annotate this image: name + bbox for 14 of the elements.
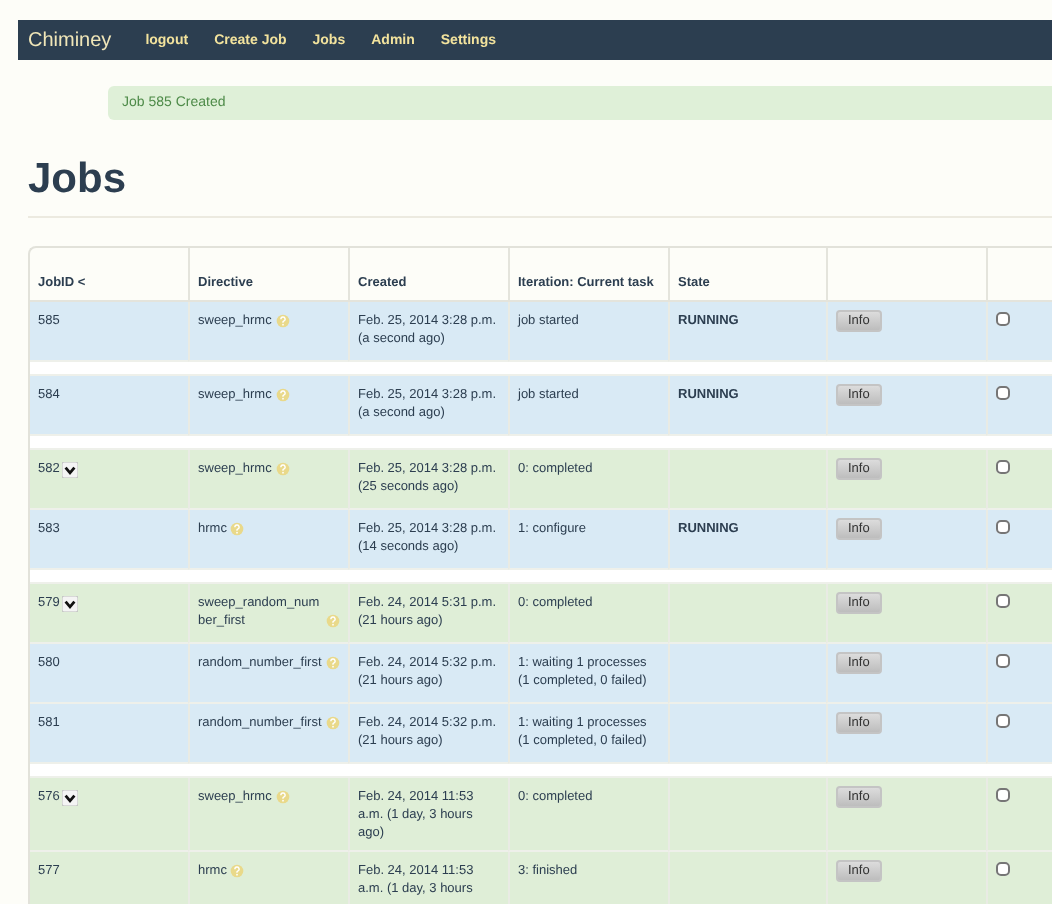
row-checkbox[interactable]: [996, 714, 1010, 728]
expand-caret-icon[interactable]: [61, 595, 78, 611]
expand-caret-icon[interactable]: [61, 461, 78, 477]
row-checkbox[interactable]: [996, 788, 1010, 802]
page-heading: Jobs: [28, 156, 129, 204]
row-checkbox[interactable]: [996, 312, 1010, 326]
expand-caret-icon[interactable]: [61, 789, 78, 805]
brand-link[interactable]: Chiminey: [28, 29, 112, 51]
row-checkbox[interactable]: [996, 654, 1010, 668]
row-checkbox[interactable]: [996, 386, 1010, 400]
row-checkbox[interactable]: [996, 594, 1010, 608]
row-checkbox[interactable]: [996, 520, 1010, 534]
row-checkbox[interactable]: [996, 460, 1010, 474]
row-checkbox[interactable]: [996, 862, 1010, 876]
